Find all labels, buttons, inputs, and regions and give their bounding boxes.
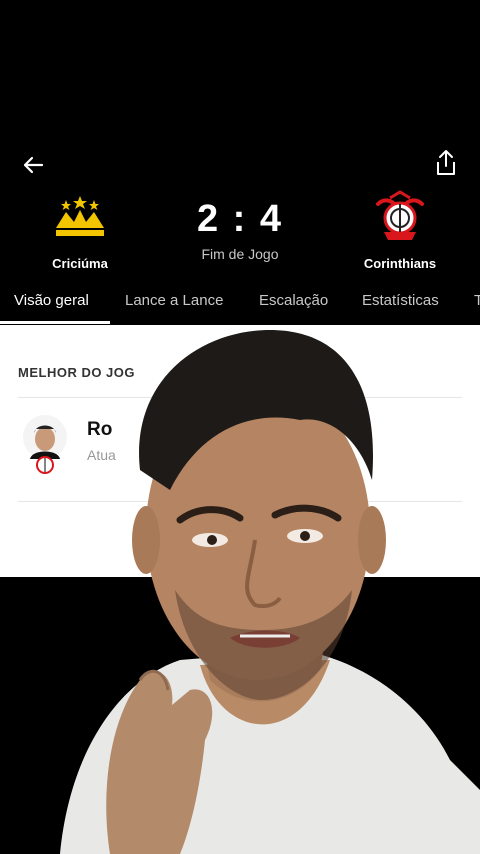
tab-estatisticas[interactable]: Estatísticas xyxy=(362,292,439,309)
tab-escalacao[interactable]: Escalação xyxy=(259,292,328,309)
tab-lance-a-lance[interactable]: Lance a Lance xyxy=(125,292,223,309)
top-bar xyxy=(0,140,480,186)
home-team-name: Criciúma xyxy=(52,256,108,271)
home-team[interactable]: Criciúma xyxy=(20,190,140,271)
away-team[interactable]: Corinthians xyxy=(340,190,460,271)
person-video-overlay xyxy=(60,330,480,854)
match-tabs: Visão geral Lance a Lance Escalação Esta… xyxy=(0,288,480,324)
share-icon[interactable] xyxy=(432,148,460,178)
criciuma-crest-icon xyxy=(56,196,104,236)
tab-more[interactable]: T xyxy=(474,292,480,309)
corinthians-crest-icon xyxy=(376,190,424,240)
tab-visao-geral[interactable]: Visão geral xyxy=(14,292,89,309)
match-status: Fim de Jogo xyxy=(201,246,279,262)
back-arrow-icon[interactable] xyxy=(20,152,46,178)
away-team-name: Corinthians xyxy=(363,256,437,271)
match-score: 2 : 4 xyxy=(196,198,284,240)
